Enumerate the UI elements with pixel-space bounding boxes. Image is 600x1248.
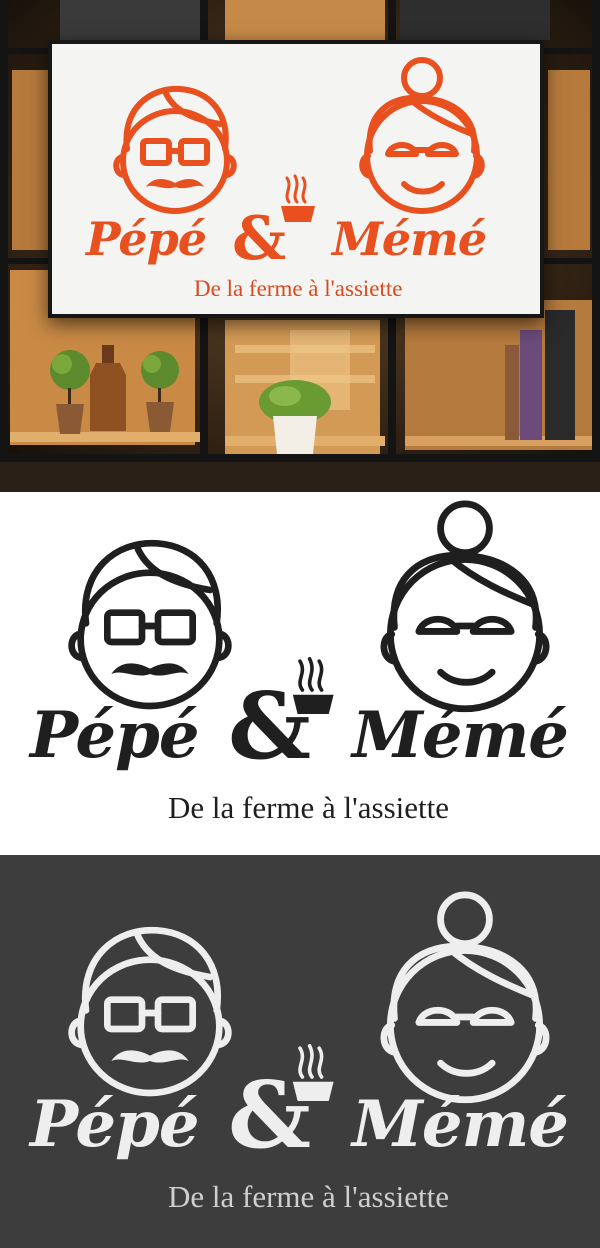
brand-tagline: De la ferme à l'assiette xyxy=(168,790,449,825)
grandpa-face-icon xyxy=(113,85,237,214)
brand-tagline: De la ferme à l'assiette xyxy=(194,276,403,301)
brand-ampersand: & xyxy=(228,1061,311,1169)
brand-ampersand: & xyxy=(228,672,311,780)
logo-white-panel: Pépé & Mémé De la ferme à l'assiette xyxy=(0,855,600,1248)
brand-right-name: Mémé xyxy=(352,1087,569,1162)
grandma-face-icon xyxy=(380,500,550,713)
bottle-icon xyxy=(90,345,126,431)
brand-left-name: Pépé xyxy=(30,1087,200,1162)
potted-plant-icon xyxy=(141,351,179,432)
grandma-face-icon xyxy=(380,891,550,1104)
brand-right-name: Mémé xyxy=(352,698,569,773)
brand-left-name: Pépé xyxy=(30,698,200,773)
potted-plant-icon xyxy=(259,380,331,454)
signboard: Pépé & Mémé De la ferme à l'assiette xyxy=(48,40,544,318)
brand-tagline: De la ferme à l'assiette xyxy=(168,1179,449,1214)
brand-right-name: Mémé xyxy=(332,212,487,266)
grandpa-face-icon xyxy=(68,926,232,1097)
logo-black-panel: Pépé & Mémé De la ferme à l'assiette xyxy=(0,492,600,855)
photo-mockup-panel: Pépé & Mémé De la ferme à l'assiette xyxy=(0,0,600,492)
grandpa-face-icon xyxy=(68,539,232,710)
brand-ampersand: & xyxy=(232,204,286,274)
brand-left-name: Pépé xyxy=(86,212,207,266)
grandma-face-icon xyxy=(359,57,485,214)
